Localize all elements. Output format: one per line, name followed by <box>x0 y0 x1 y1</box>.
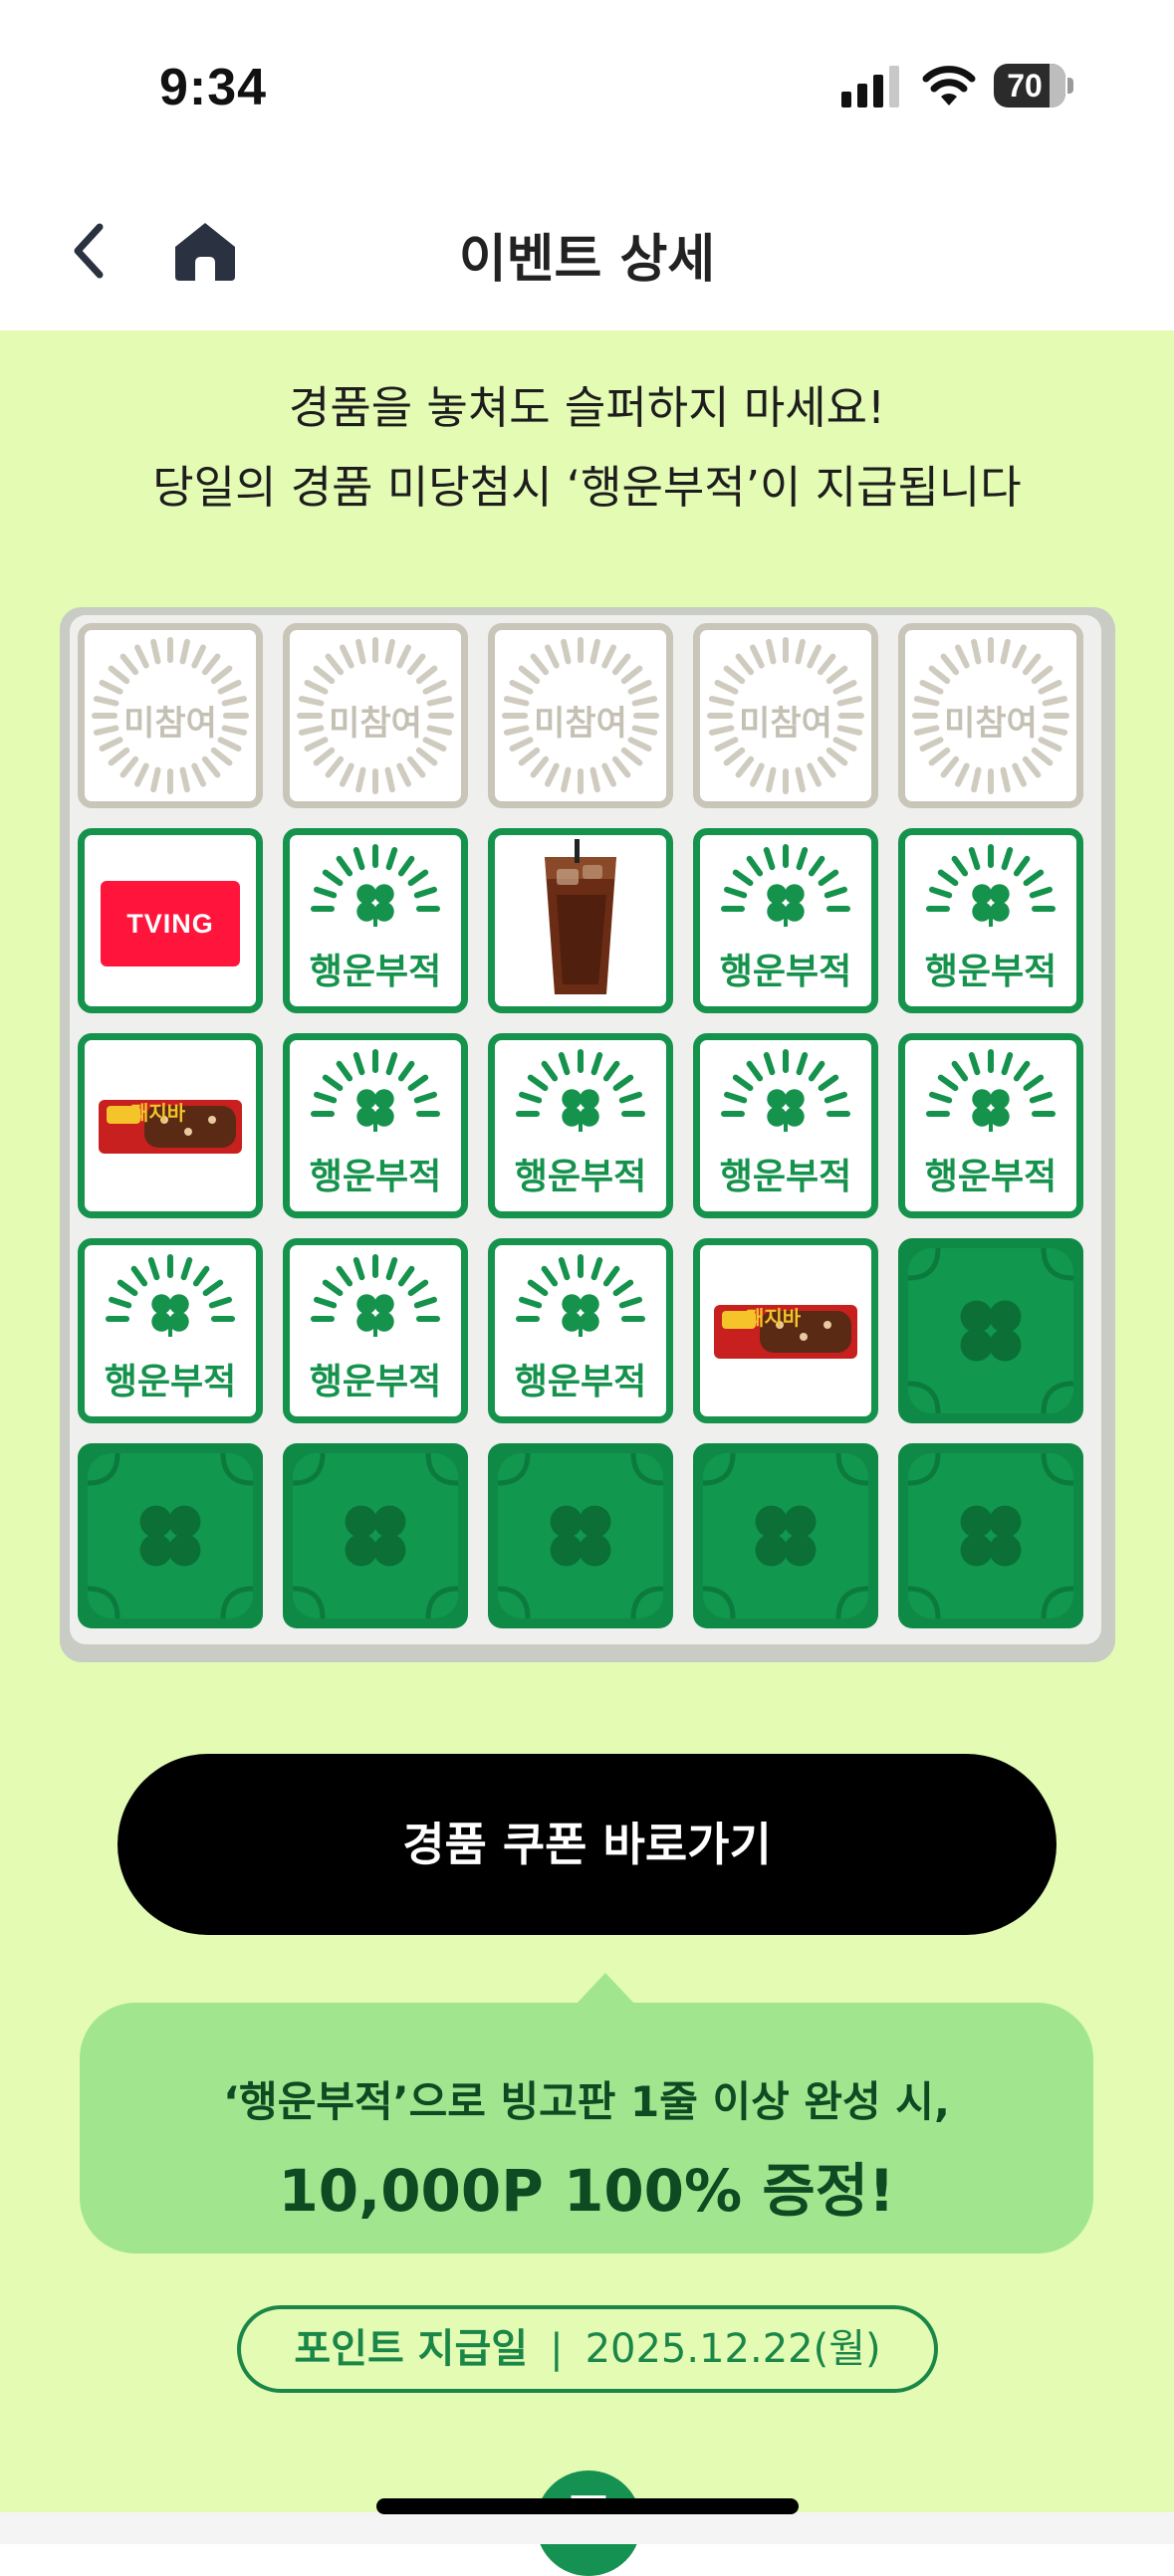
status-time: 9:34 <box>159 59 268 116</box>
tooltip-arrow <box>576 1973 635 2005</box>
bingo-cell-snack-prize[interactable]: 돼지바 <box>693 1238 878 1423</box>
cell-label: 미참여 <box>534 704 627 744</box>
bingo-cell-closed[interactable] <box>78 1443 263 1628</box>
wifi-icon <box>922 66 976 106</box>
bingo-board: 미참여 미참여 미참여 미참여 미참여 TVING 행운부적 행운부적 행운부적… <box>60 607 1115 1662</box>
cell-label: 행운부적 <box>719 1157 852 1197</box>
iced-coffee-icon <box>545 839 616 994</box>
top-nav: 이벤트 상세 <box>0 169 1174 330</box>
point-payday-badge: 포인트 지급일 | 2025.12.22(월) <box>237 2305 938 2393</box>
bingo-cell-not-participated[interactable]: 미참여 <box>78 623 263 808</box>
cell-label: 행운부적 <box>309 1157 442 1197</box>
svg-text:돼지바: 돼지바 <box>130 1101 186 1125</box>
bingo-cell-not-participated[interactable]: 미참여 <box>488 623 673 808</box>
ice-cream-bar-icon: 돼지바 <box>714 1305 857 1359</box>
bingo-cell-tving-prize[interactable]: TVING <box>78 828 263 1013</box>
bingo-cell-lucky-charm[interactable]: 행운부적 <box>488 1033 673 1218</box>
bingo-cell-lucky-charm[interactable]: 행운부적 <box>283 1033 468 1218</box>
headline-line-2: 당일의 경품 미당첨시 ‘행운부적’이 지급됩니다 <box>152 461 1022 514</box>
bingo-cell-closed[interactable] <box>898 1238 1083 1423</box>
bingo-cell-not-participated[interactable]: 미참여 <box>898 623 1083 808</box>
cell-label: 미참여 <box>739 704 832 744</box>
bingo-cell-coffee-prize[interactable] <box>488 828 673 1013</box>
bingo-cell-snack-prize[interactable]: 돼지바 <box>78 1033 263 1218</box>
status-bar: 9:34 70 <box>0 0 1174 169</box>
payday-separator: | <box>550 2326 564 2372</box>
bingo-cell-lucky-charm[interactable]: 행운부적 <box>693 1033 878 1218</box>
cell-label: 행운부적 <box>924 1157 1057 1197</box>
cell-label: 행운부적 <box>309 952 442 992</box>
clover-pattern-icon <box>87 1452 254 1619</box>
tving-logo: TVING <box>101 881 240 966</box>
battery-indicator: 70 <box>994 64 1073 107</box>
bottom-strip <box>0 2512 1174 2544</box>
bonus-tooltip: ‘행운부적’으로 빙고판 1줄 이상 완성 시, 10,000P 100% 증정… <box>80 1973 1093 2254</box>
svg-text:돼지바: 돼지바 <box>746 1306 802 1330</box>
cell-label: 행운부적 <box>924 952 1057 992</box>
headline-line-1: 경품을 놓쳐도 슬퍼하지 마세요! <box>288 381 886 434</box>
bingo-cell-closed[interactable] <box>283 1443 468 1628</box>
bingo-grid: 미참여 미참여 미참여 미참여 미참여 TVING 행운부적 행운부적 행운부적… <box>70 615 1101 1644</box>
ice-cream-bar-icon: 돼지바 <box>99 1100 242 1154</box>
cell-label: 행운부적 <box>104 1362 237 1402</box>
clover-pattern-icon <box>907 1247 1074 1414</box>
cellular-signal-icon <box>841 66 899 107</box>
event-headline: 경품을 놓쳐도 슬퍼하지 마세요! 당일의 경품 미당첨시 ‘행운부적’이 지급… <box>0 368 1174 528</box>
bingo-cell-lucky-charm[interactable]: 행운부적 <box>283 1238 468 1423</box>
bingo-cell-closed[interactable] <box>693 1443 878 1628</box>
bingo-cell-lucky-charm[interactable]: 행운부적 <box>898 1033 1083 1218</box>
event-content: 경품을 놓쳐도 슬퍼하지 마세요! 당일의 경품 미당첨시 ‘행운부적’이 지급… <box>0 330 1174 2576</box>
clover-pattern-icon <box>497 1452 664 1619</box>
page-title: 이벤트 상세 <box>458 230 716 290</box>
cell-label: 미참여 <box>123 704 217 744</box>
clover-pattern-icon <box>907 1452 1074 1619</box>
battery-level: 70 <box>1007 68 1043 104</box>
bingo-cell-not-participated[interactable]: 미참여 <box>283 623 468 808</box>
cell-label: 행운부적 <box>309 1362 442 1402</box>
bingo-cell-lucky-charm[interactable]: 행운부적 <box>693 828 878 1013</box>
prize-coupon-button[interactable]: 경품 쿠폰 바로가기 <box>117 1754 1057 1935</box>
cell-label: 미참여 <box>944 704 1038 744</box>
cell-label: 행운부적 <box>514 1157 647 1197</box>
tooltip-line-1: ‘행운부적’으로 빙고판 1줄 이상 완성 시, <box>223 2077 950 2126</box>
home-indicator <box>376 2498 799 2514</box>
bingo-cell-lucky-charm[interactable]: 행운부적 <box>78 1238 263 1423</box>
bingo-cell-not-participated[interactable]: 미참여 <box>693 623 878 808</box>
tooltip-line-2: 10,000P 100% 증정! <box>278 2157 895 2225</box>
clover-pattern-icon <box>292 1452 459 1619</box>
clover-pattern-icon <box>702 1452 869 1619</box>
payday-date: 2025.12.22(월) <box>585 2326 881 2372</box>
bingo-cell-lucky-charm[interactable]: 행운부적 <box>898 828 1083 1013</box>
bingo-cell-closed[interactable] <box>898 1443 1083 1628</box>
bingo-cell-closed[interactable] <box>488 1443 673 1628</box>
cell-label: 행운부적 <box>719 952 852 992</box>
payday-label: 포인트 지급일 <box>294 2326 529 2372</box>
cell-label: 행운부적 <box>514 1362 647 1402</box>
cell-label: 미참여 <box>329 704 422 744</box>
bingo-cell-lucky-charm[interactable]: 행운부적 <box>488 1238 673 1423</box>
bingo-cell-lucky-charm[interactable]: 행운부적 <box>283 828 468 1013</box>
